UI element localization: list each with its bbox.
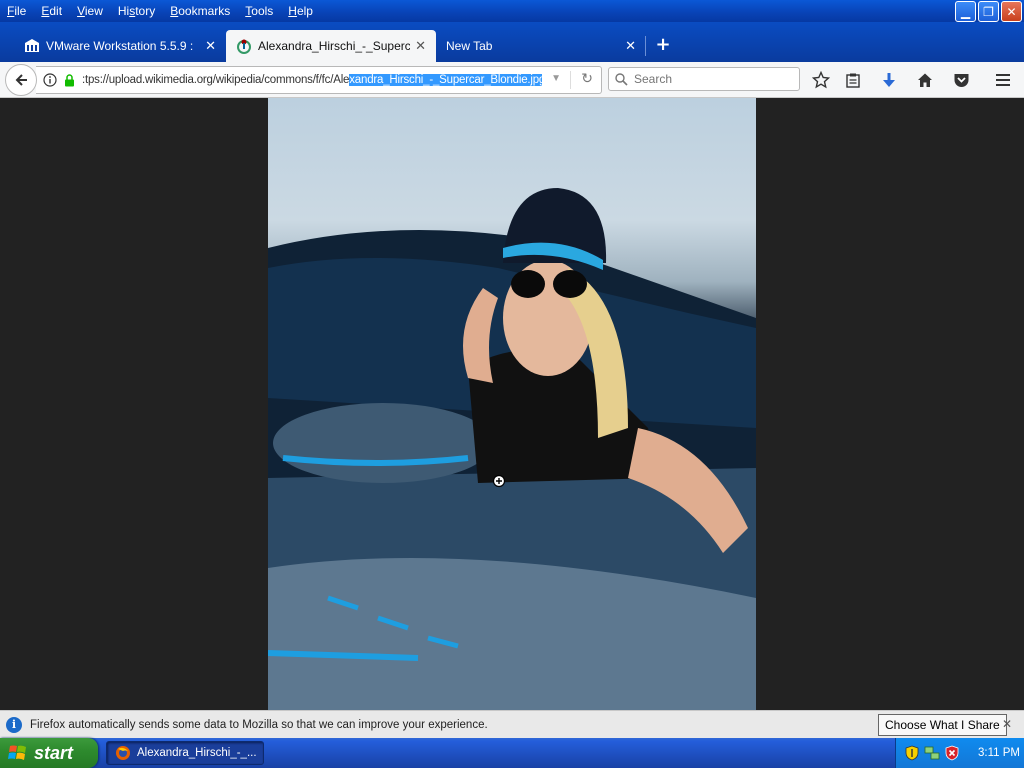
url-dropdown-icon[interactable]: ▼ — [551, 73, 561, 84]
tab-close-icon[interactable]: ✕ — [415, 39, 426, 54]
url-text[interactable]: :tps://upload.wikimedia.org/wikipedia/co… — [82, 74, 542, 86]
zoom-cursor-icon — [492, 474, 506, 488]
windows-logo-icon — [8, 745, 26, 760]
wikimedia-icon — [236, 38, 252, 54]
downloads-button[interactable] — [878, 69, 900, 91]
search-icon — [615, 72, 628, 86]
menu-file-rest: ile — [14, 4, 27, 18]
tab-separator — [645, 36, 646, 56]
close-icon: ✕ — [1006, 4, 1017, 19]
menu-edit[interactable]: Edit — [34, 0, 70, 22]
window-controls: ▁ ❐ ✕ — [955, 1, 1022, 22]
clipboard-icon — [846, 73, 860, 88]
tab-close-icon[interactable]: ✕ — [625, 39, 636, 54]
bookmark-star-button[interactable] — [810, 69, 832, 91]
photo-illustration — [268, 188, 756, 710]
notification-bar: i Firefox automatically sends some data … — [0, 710, 1024, 738]
minimize-icon: ▁ — [960, 4, 971, 19]
taskbar-item-firefox[interactable]: Alexandra_Hirschi_-_... — [106, 741, 264, 765]
start-button[interactable]: start — [0, 738, 98, 768]
navigation-bar: :tps://upload.wikimedia.org/wikipedia/co… — [0, 62, 1024, 98]
new-tab-button[interactable]: + — [652, 33, 674, 55]
info-icon: i — [6, 716, 22, 733]
system-tray: 3:11 PM — [895, 738, 1024, 768]
url-separator — [570, 71, 571, 89]
tab-wikimedia-image[interactable]: Alexandra_Hirschi_-_Supercar... ✕ — [226, 30, 436, 62]
close-icon[interactable]: ✕ — [1002, 717, 1012, 731]
menu-bookmarks[interactable]: Bookmarks — [163, 0, 238, 22]
plus-icon: + — [655, 33, 671, 55]
search-bar[interactable] — [608, 67, 800, 91]
menu-bar: File Edit View History Bookmarks Tools H… — [0, 0, 1024, 22]
reload-icon[interactable]: ↻ — [581, 71, 593, 87]
home-button[interactable] — [914, 69, 936, 91]
security-center-alert-icon[interactable] — [944, 745, 960, 761]
url-prefix: :tps://upload.wikimedia.org/wikipedia/co… — [82, 74, 350, 86]
start-label: start — [34, 742, 74, 763]
star-icon — [812, 71, 830, 89]
url-bar[interactable]: :tps://upload.wikimedia.org/wikipedia/co… — [36, 66, 602, 94]
back-arrow-icon — [15, 74, 27, 86]
restore-button[interactable]: ❐ — [978, 1, 999, 22]
info-icon[interactable] — [40, 73, 60, 87]
tab-title: New Tab — [446, 39, 493, 53]
menu-tools[interactable]: Tools — [238, 0, 281, 22]
pocket-button[interactable] — [950, 69, 972, 91]
close-window-button[interactable]: ✕ — [1001, 1, 1022, 22]
tab-title: VMware Workstation 5.5.9 : V... — [46, 39, 196, 53]
image-viewer — [0, 98, 1024, 710]
tab-new[interactable]: New Tab ✕ — [436, 30, 646, 62]
menu-view[interactable]: View — [70, 0, 111, 22]
tab-vmware[interactable]: VMware Workstation 5.5.9 : V... ✕ — [14, 30, 226, 62]
tab-strip: VMware Workstation 5.5.9 : V... ✕ Alexan… — [0, 22, 1024, 62]
security-shield-icon[interactable] — [904, 745, 920, 761]
menu-history[interactable]: History — [111, 0, 163, 22]
home-icon — [918, 73, 932, 87]
choose-what-i-share-button[interactable]: Choose What I Share — [878, 714, 1007, 736]
pocket-icon — [954, 74, 968, 87]
open-menu-button[interactable] — [992, 69, 1014, 91]
clock: 3:11 PM — [978, 747, 1020, 759]
download-arrow-icon — [883, 73, 895, 87]
reader-list-button[interactable] — [842, 69, 864, 91]
back-button[interactable] — [5, 64, 37, 96]
displayed-photo[interactable] — [268, 98, 756, 710]
restore-icon: ❐ — [983, 4, 994, 19]
hamburger-menu-icon — [996, 74, 1010, 86]
tab-close-icon[interactable]: ✕ — [205, 39, 216, 54]
notification-text: Firefox automatically sends some data to… — [30, 718, 488, 731]
network-icon[interactable] — [924, 745, 940, 761]
search-input[interactable] — [634, 72, 794, 86]
taskbar-item-label: Alexandra_Hirschi_-_... — [137, 747, 257, 759]
taskbar: start Alexandra_Hirschi_-_... 3:11 PM — [0, 738, 1024, 768]
menu-file[interactable]: File — [0, 0, 34, 22]
lock-icon[interactable] — [62, 73, 76, 87]
minimize-button[interactable]: ▁ — [955, 1, 976, 22]
firefox-icon — [116, 746, 130, 760]
tab-title: Alexandra_Hirschi_-_Supercar... — [258, 39, 410, 53]
vmware-icon — [24, 38, 40, 54]
menu-help[interactable]: Help — [281, 0, 321, 22]
url-selected-text: xandra_Hirschi_-_Supercar_Blondie.jpg — [349, 74, 542, 86]
